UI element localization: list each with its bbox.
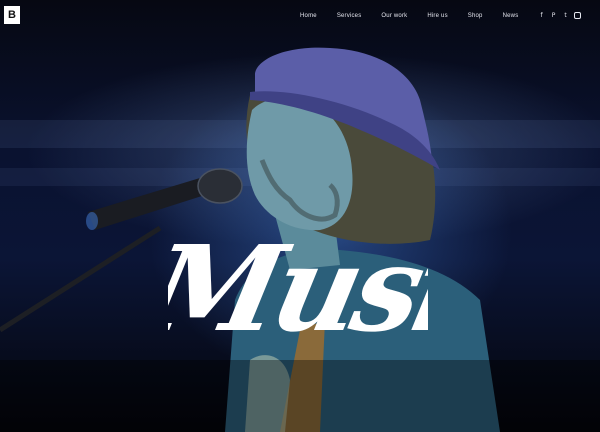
hero-title: Musi	[168, 220, 428, 358]
main-nav: Home Services Our work Hire us Shop News	[300, 13, 538, 19]
mic-stand	[0, 225, 162, 333]
nav-item-our-work[interactable]: Our work	[381, 13, 407, 19]
page: B Home Services Our work Hire us Shop Ne…	[0, 0, 600, 432]
vignette	[0, 360, 600, 432]
pinterest-icon[interactable]: P	[550, 12, 557, 19]
microphone-tip	[86, 212, 98, 230]
social-links: f P t	[538, 12, 581, 19]
facebook-icon[interactable]: f	[538, 12, 545, 19]
nav-item-services[interactable]: Services	[337, 13, 362, 19]
instagram-icon[interactable]	[574, 12, 581, 19]
nav-item-news[interactable]: News	[503, 13, 519, 19]
twitter-icon[interactable]: t	[562, 12, 569, 19]
nav-item-home[interactable]: Home	[300, 13, 317, 19]
hero-title-text: Musi	[168, 220, 428, 358]
site-logo[interactable]: B	[4, 6, 20, 24]
nav-item-hire-us[interactable]: Hire us	[427, 13, 447, 19]
microphone-grille	[197, 168, 243, 204]
top-navigation-bar: B Home Services Our work Hire us Shop Ne…	[0, 0, 600, 34]
nav-item-shop[interactable]: Shop	[468, 13, 483, 19]
